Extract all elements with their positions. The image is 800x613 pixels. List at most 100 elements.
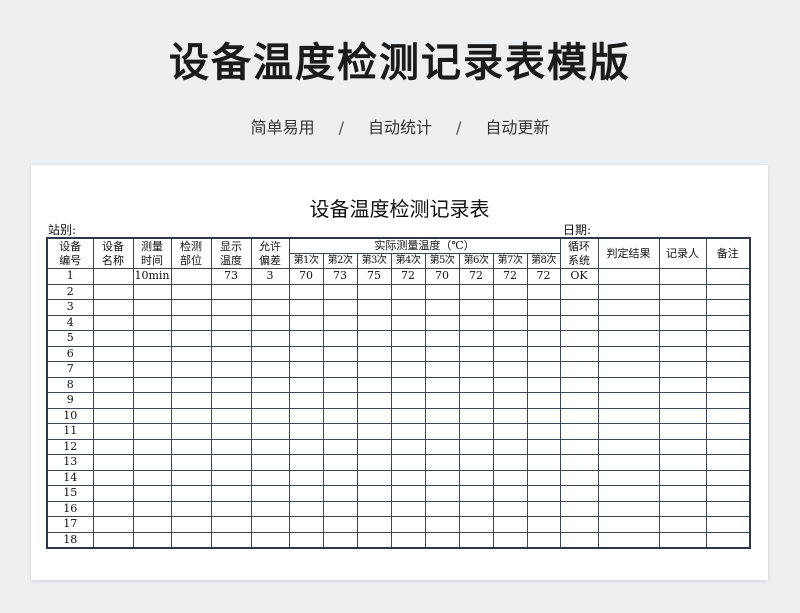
cell-part[interactable] bbox=[170, 423, 212, 440]
cell-recorder[interactable] bbox=[658, 531, 707, 548]
cell-result[interactable] bbox=[597, 407, 660, 424]
cell-reading-8[interactable] bbox=[526, 469, 561, 486]
cell-reading-3[interactable] bbox=[356, 283, 392, 300]
cell-reading-1[interactable] bbox=[288, 314, 324, 331]
cell-tolerance[interactable] bbox=[250, 361, 290, 378]
cell-tolerance[interactable] bbox=[250, 345, 290, 362]
cell-result[interactable] bbox=[597, 392, 660, 409]
cell-display-temp[interactable] bbox=[210, 330, 252, 347]
cell-reading-2[interactable] bbox=[322, 376, 358, 393]
cell-reading-6[interactable] bbox=[458, 345, 494, 362]
cell-reading-5[interactable] bbox=[424, 423, 460, 440]
cell-remark[interactable] bbox=[705, 454, 751, 471]
cell-display-temp[interactable] bbox=[210, 423, 252, 440]
cell-reading-3[interactable] bbox=[356, 516, 392, 533]
cell-part[interactable] bbox=[170, 361, 212, 378]
cell-reading-8[interactable] bbox=[526, 376, 561, 393]
cell-recorder[interactable] bbox=[658, 485, 707, 502]
cell-reading-2[interactable] bbox=[322, 454, 358, 471]
cell-display-temp[interactable] bbox=[210, 345, 252, 362]
cell-reading-7[interactable] bbox=[492, 469, 528, 486]
cell-reading-4[interactable] bbox=[390, 500, 426, 517]
cell-part[interactable] bbox=[170, 516, 212, 533]
cell-result[interactable] bbox=[597, 283, 660, 300]
cell-reading-1[interactable] bbox=[288, 330, 324, 347]
cell-remark[interactable] bbox=[705, 407, 751, 424]
cell-time[interactable] bbox=[132, 376, 172, 393]
cell-reading-6[interactable] bbox=[458, 283, 494, 300]
cell-no[interactable]: 2 bbox=[46, 283, 94, 300]
cell-reading-5[interactable] bbox=[424, 469, 460, 486]
cell-reading-1[interactable]: 70 bbox=[288, 268, 324, 285]
cell-recorder[interactable] bbox=[658, 330, 707, 347]
cell-reading-7[interactable] bbox=[492, 299, 528, 316]
cell-reading-1[interactable] bbox=[288, 485, 324, 502]
cell-name[interactable] bbox=[92, 531, 134, 548]
cell-tolerance[interactable] bbox=[250, 314, 290, 331]
cell-display-temp[interactable] bbox=[210, 299, 252, 316]
cell-reading-3[interactable] bbox=[356, 345, 392, 362]
cell-result[interactable] bbox=[597, 423, 660, 440]
cell-reading-2[interactable] bbox=[322, 423, 358, 440]
cell-circulation[interactable] bbox=[559, 531, 599, 548]
cell-result[interactable] bbox=[597, 485, 660, 502]
cell-reading-6[interactable] bbox=[458, 531, 494, 548]
cell-reading-2[interactable] bbox=[322, 330, 358, 347]
cell-reading-2[interactable] bbox=[322, 531, 358, 548]
cell-circulation[interactable] bbox=[559, 469, 599, 486]
cell-reading-6[interactable] bbox=[458, 500, 494, 517]
cell-recorder[interactable] bbox=[658, 423, 707, 440]
cell-display-temp[interactable] bbox=[210, 485, 252, 502]
cell-recorder[interactable] bbox=[658, 500, 707, 517]
cell-remark[interactable] bbox=[705, 500, 751, 517]
cell-reading-4[interactable]: 72 bbox=[390, 268, 426, 285]
cell-recorder[interactable] bbox=[658, 345, 707, 362]
cell-no[interactable]: 8 bbox=[46, 376, 94, 393]
cell-reading-5[interactable]: 70 bbox=[424, 268, 460, 285]
cell-name[interactable] bbox=[92, 469, 134, 486]
cell-remark[interactable] bbox=[705, 376, 751, 393]
cell-part[interactable] bbox=[170, 500, 212, 517]
cell-reading-8[interactable] bbox=[526, 392, 561, 409]
cell-result[interactable] bbox=[597, 268, 660, 285]
cell-display-temp[interactable] bbox=[210, 469, 252, 486]
cell-reading-7[interactable]: 72 bbox=[492, 268, 528, 285]
cell-part[interactable] bbox=[170, 485, 212, 502]
cell-reading-3[interactable] bbox=[356, 392, 392, 409]
cell-time[interactable] bbox=[132, 500, 172, 517]
cell-remark[interactable] bbox=[705, 516, 751, 533]
cell-part[interactable] bbox=[170, 531, 212, 548]
cell-time[interactable] bbox=[132, 407, 172, 424]
cell-reading-2[interactable] bbox=[322, 299, 358, 316]
cell-reading-1[interactable] bbox=[288, 469, 324, 486]
cell-circulation[interactable] bbox=[559, 407, 599, 424]
cell-circulation[interactable] bbox=[559, 423, 599, 440]
cell-time[interactable] bbox=[132, 423, 172, 440]
cell-reading-5[interactable] bbox=[424, 330, 460, 347]
cell-reading-1[interactable] bbox=[288, 438, 324, 455]
cell-result[interactable] bbox=[597, 330, 660, 347]
cell-reading-6[interactable]: 72 bbox=[458, 268, 494, 285]
cell-remark[interactable] bbox=[705, 438, 751, 455]
cell-reading-4[interactable] bbox=[390, 531, 426, 548]
cell-no[interactable]: 16 bbox=[46, 500, 94, 517]
cell-reading-8[interactable] bbox=[526, 299, 561, 316]
cell-reading-6[interactable] bbox=[458, 330, 494, 347]
cell-reading-6[interactable] bbox=[458, 469, 494, 486]
cell-remark[interactable] bbox=[705, 314, 751, 331]
cell-name[interactable] bbox=[92, 268, 134, 285]
cell-tolerance[interactable] bbox=[250, 392, 290, 409]
cell-reading-2[interactable] bbox=[322, 314, 358, 331]
cell-reading-7[interactable] bbox=[492, 345, 528, 362]
cell-reading-8[interactable] bbox=[526, 438, 561, 455]
cell-circulation[interactable] bbox=[559, 314, 599, 331]
cell-name[interactable] bbox=[92, 500, 134, 517]
cell-remark[interactable] bbox=[705, 531, 751, 548]
cell-reading-6[interactable] bbox=[458, 516, 494, 533]
cell-reading-4[interactable] bbox=[390, 345, 426, 362]
cell-tolerance[interactable] bbox=[250, 485, 290, 502]
cell-no[interactable]: 6 bbox=[46, 345, 94, 362]
cell-result[interactable] bbox=[597, 299, 660, 316]
cell-name[interactable] bbox=[92, 438, 134, 455]
cell-reading-3[interactable] bbox=[356, 423, 392, 440]
